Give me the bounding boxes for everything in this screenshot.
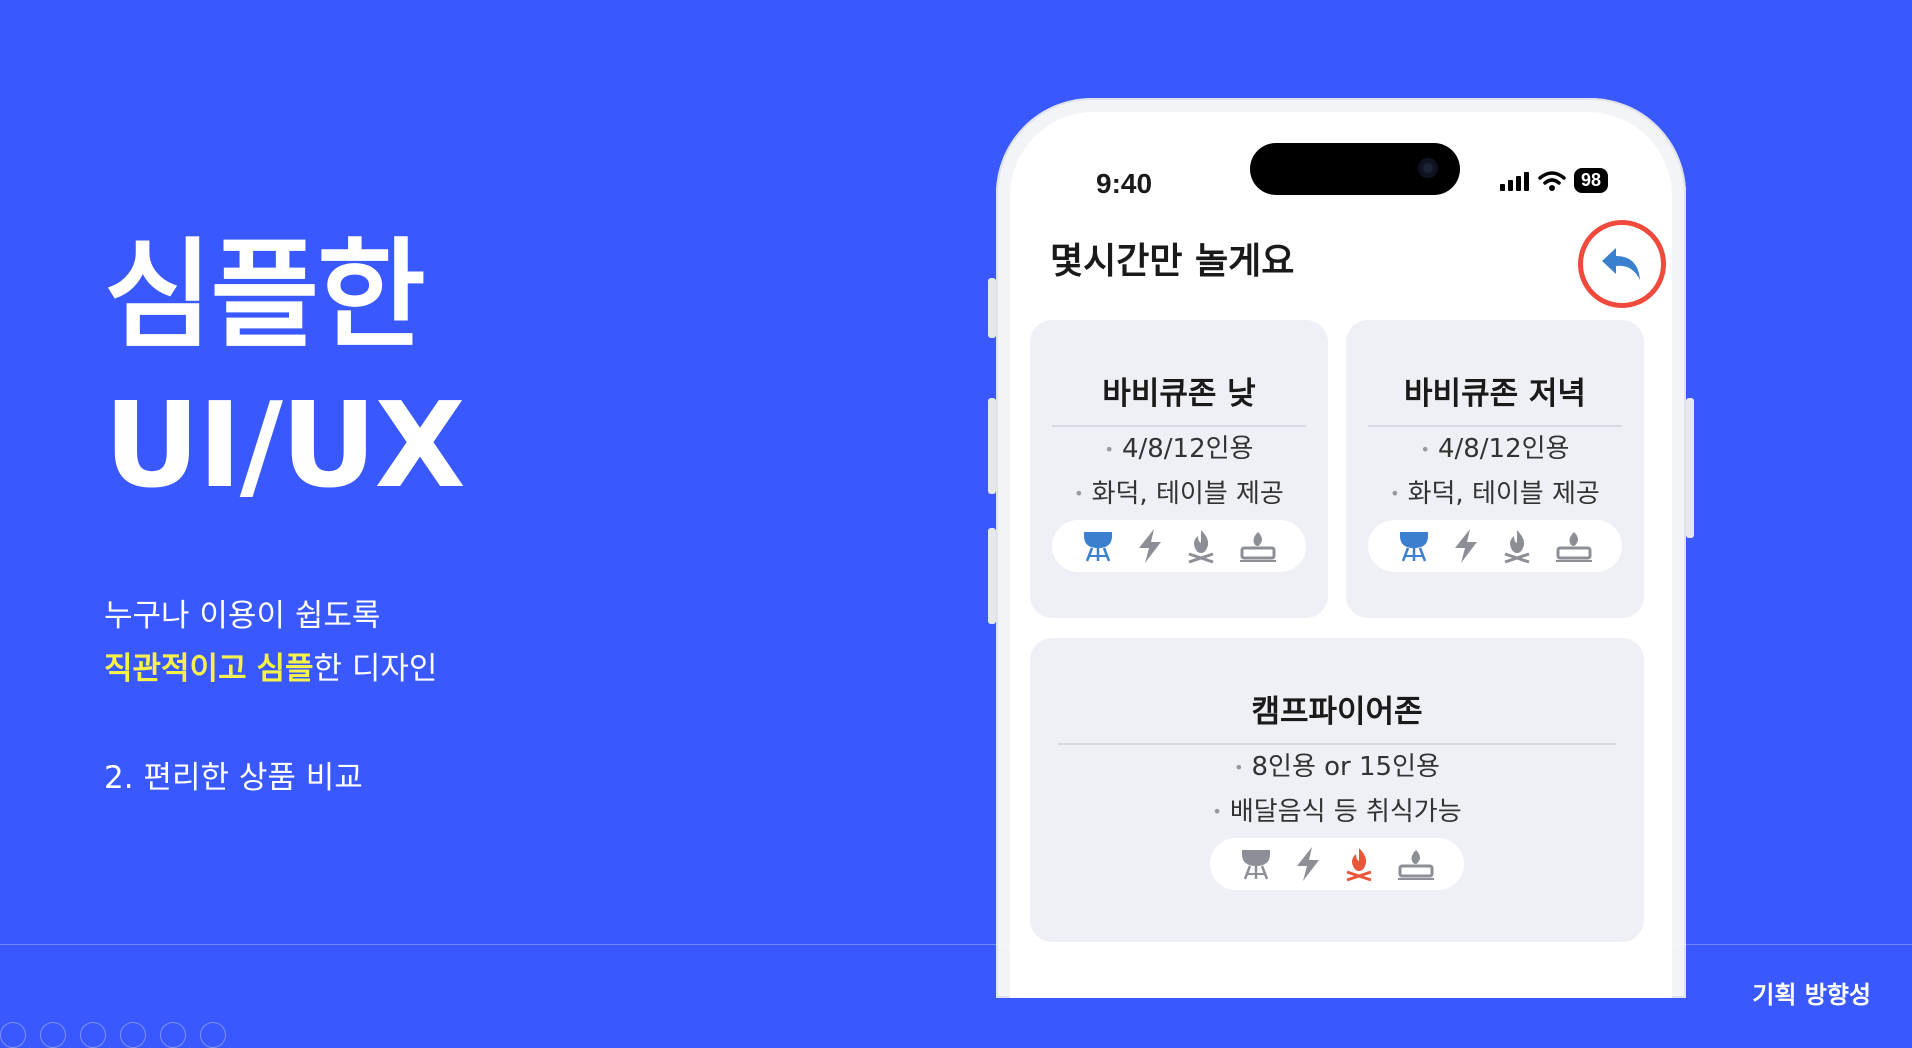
card-feature: • 화덕, 테이블 제공 — [1074, 478, 1284, 509]
dynamic-island — [1250, 143, 1460, 195]
slide-dot[interactable] — [0, 1022, 26, 1048]
zone-card-bbq-evening[interactable]: 바비큐존 저녁 • 4/8/12인용 • 화덕, 테이블 제공 — [1346, 320, 1644, 618]
phone-volume-down — [988, 528, 996, 624]
amenity-icons — [1368, 520, 1622, 572]
phone-volume-up — [988, 398, 996, 494]
stove-icon — [1239, 532, 1276, 562]
campfire-icon — [1504, 530, 1529, 564]
card-title: 캠프파이어존 — [1058, 638, 1616, 745]
zone-card-campfire[interactable]: 캠프파이어존 • 8인용 or 15인용 • 배달음식 등 취식가능 — [1030, 638, 1644, 942]
phone-mockup: 9:40 98 몇시간만 놀게요 바비큐존 낮 • 4/8/12인용 • 화덕,… — [988, 98, 1694, 998]
card-feature: • 배달음식 등 취식가능 — [1212, 796, 1462, 827]
signal-icon — [1499, 171, 1529, 191]
campfire-icon — [1188, 530, 1213, 564]
description-line-1: 누구나 이용이 쉽도록 — [104, 598, 381, 634]
grill-icon — [1083, 532, 1112, 562]
grill-icon — [1241, 850, 1270, 880]
point-text: 2. 편리한 상품 비교 — [104, 760, 363, 796]
stove-icon — [1397, 850, 1434, 880]
slide-dot[interactable] — [40, 1022, 66, 1048]
page-title: 몇시간만 놀게요 — [1050, 241, 1295, 282]
phone-screen: 9:40 98 몇시간만 놀게요 바비큐존 낮 • 4/8/12인용 • 화덕,… — [1010, 112, 1672, 998]
lightning-icon — [1296, 847, 1319, 881]
footer-divider — [0, 944, 1912, 945]
camera-icon — [1418, 158, 1438, 178]
highlight-simple: 심플 — [256, 651, 314, 687]
zone-card-bbq-day[interactable]: 바비큐존 낮 • 4/8/12인용 • 화덕, 테이블 제공 — [1030, 320, 1328, 618]
card-feature: • 8인용 or 15인용 — [1234, 752, 1440, 782]
slide-dot[interactable] — [200, 1022, 226, 1048]
back-arrow-icon — [1602, 248, 1640, 280]
card-title: 바비큐존 낮 — [1052, 320, 1306, 427]
status-time: 9:40 — [1096, 168, 1153, 199]
amenity-icons — [1210, 838, 1464, 890]
hero-text: 심플한 UI/UX — [104, 220, 466, 520]
phone-power-button — [1686, 398, 1694, 538]
description-line-2: 직관적이고 심플한 디자인 — [104, 643, 437, 696]
highlight-intuitive: 직관적이고 — [104, 651, 247, 687]
status-indicators: 98 — [1498, 168, 1608, 193]
grill-icon — [1399, 532, 1428, 562]
campfire-icon — [1346, 848, 1371, 882]
slide-dot[interactable] — [160, 1022, 186, 1048]
card-feature: • 화덕, 테이블 제공 — [1390, 478, 1600, 509]
section-tag: 기획 방향성 — [1752, 981, 1871, 1009]
card-feature: • 4/8/12인용 — [1420, 434, 1570, 464]
phone-action-button — [988, 278, 996, 338]
headline-line-1: 심플한 — [104, 226, 426, 364]
card-feature: • 4/8/12인용 — [1104, 434, 1254, 464]
description: 누구나 이용이 쉽도록 직관적이고 심플한 디자인 — [104, 590, 437, 696]
description-rest: 한 디자인 — [313, 651, 438, 687]
slide-dot[interactable] — [80, 1022, 106, 1048]
lightning-icon — [1454, 529, 1477, 563]
slide-dot[interactable] — [120, 1022, 146, 1048]
amenity-icons — [1052, 520, 1306, 572]
back-button[interactable] — [1578, 220, 1666, 308]
stove-icon — [1555, 532, 1592, 562]
card-title: 바비큐존 저녁 — [1368, 320, 1622, 427]
slide-dots — [0, 1022, 226, 1048]
headline-line-2: UI/UX — [104, 376, 466, 514]
lightning-icon — [1138, 529, 1161, 563]
battery-badge: 98 — [1573, 168, 1608, 193]
wifi-icon — [1538, 170, 1566, 191]
